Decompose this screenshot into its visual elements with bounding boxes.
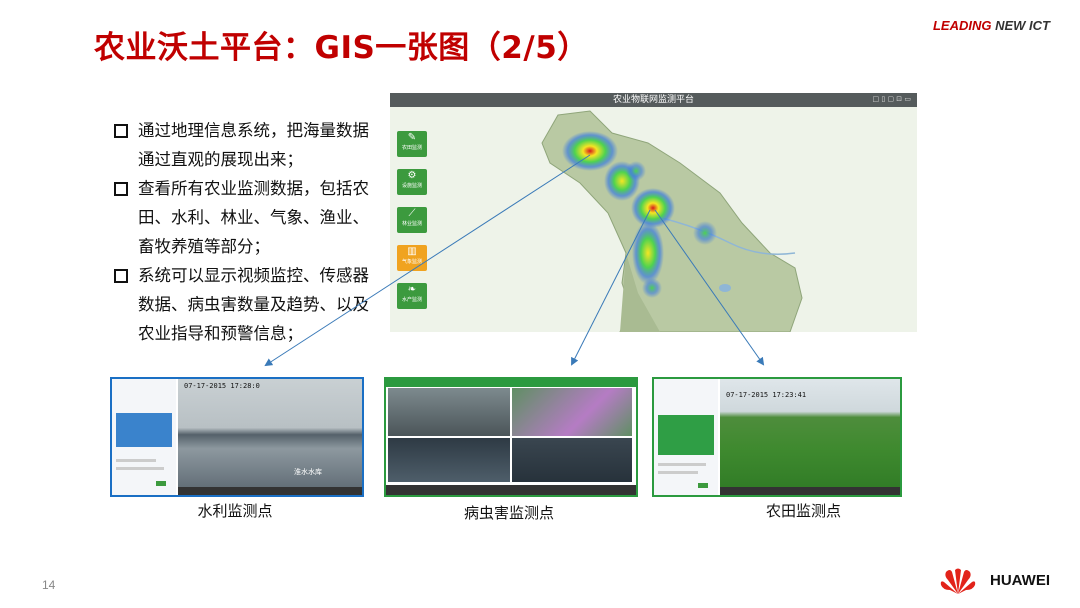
pest-monitoring-panel <box>384 377 638 497</box>
checkbox-bullet-icon <box>114 269 128 283</box>
branch-icon: ⟋ <box>408 208 416 219</box>
caption-farmland: 农田监测点 <box>766 502 842 520</box>
panel-sidebar <box>654 379 718 495</box>
heatmap-region <box>541 110 803 332</box>
video-feed-4[interactable] <box>512 438 632 482</box>
bullet-text: 系统可以显示视频监控、传感器数据、病虫害数量及趋势、以及农业指导和预警信息； <box>138 266 369 343</box>
huawei-wordmark: HUAWEI <box>990 572 1050 589</box>
farmland-monitoring-panel: 07-17-2015 17:23:41 <box>652 377 902 497</box>
huawei-logo-icon <box>940 568 976 594</box>
side-button-aquatic[interactable]: ❧ 水产监测 <box>397 283 427 309</box>
video-feed-2[interactable] <box>512 388 632 436</box>
side-button-label: 林业监测 <box>401 221 422 227</box>
side-button-farmland[interactable]: ✎ 农田监测 <box>397 131 427 157</box>
chart-icon: ▥ <box>407 246 417 257</box>
farmland-video-feed[interactable]: 07-17-2015 17:23:41 <box>720 379 900 495</box>
side-button-label: 水产监测 <box>401 297 422 303</box>
caption-water: 水利监测点 <box>197 502 273 520</box>
side-button-label: 农田监测 <box>401 145 422 151</box>
video-timestamp: 07-17-2015 17:23:41 <box>726 391 807 399</box>
bullet-item: 查看所有农业监测数据，包括农田、水利、林业、气象、渔业、畜牧养殖等部分； <box>112 174 380 261</box>
sensor-chart <box>116 413 172 447</box>
water-video-feed[interactable]: 07-17-2015 17:28:0 淮水水库 <box>178 379 362 495</box>
page-number: 14 <box>42 578 56 592</box>
brand-leading: LEADING <box>932 18 992 33</box>
bullet-text: 通过地理信息系统，把海量数据通过直观的展现出来； <box>138 121 369 169</box>
slide-title: 农业沃土平台：GIS一张图（2/5） <box>94 30 589 66</box>
bullet-item: 通过地理信息系统，把海量数据通过直观的展现出来； <box>112 116 380 174</box>
leaf-icon: ✎ <box>407 132 417 143</box>
video-feed-3[interactable] <box>388 438 510 482</box>
video-feed-1[interactable] <box>388 388 510 436</box>
tractor-icon: ⚙ <box>407 170 417 181</box>
video-watermark: 淮水水库 <box>294 468 322 476</box>
map-toolbar[interactable]: □ ▯ ▢ ⊡ ▭ <box>873 95 911 103</box>
gis-map-screenshot: 农业物联网监测平台 □ ▯ ▢ ⊡ ▭ ✎ 农田监测 ⚙ 设施监测 ⟋ 林业监测 ▥ 气… <box>390 93 917 332</box>
checkbox-bullet-icon <box>114 182 128 196</box>
side-button-weather[interactable]: ▥ 气象监测 <box>397 245 427 271</box>
side-button-label: 设施监测 <box>401 183 422 189</box>
water-monitoring-panel: 07-17-2015 17:28:0 淮水水库 <box>110 377 364 497</box>
side-button-facility[interactable]: ⚙ 设施监测 <box>397 169 427 195</box>
leading-new-ict-logo: LEADING NEW ICT <box>933 18 1050 33</box>
brand-new-ict: NEW ICT <box>995 18 1050 33</box>
map-window-title: 农业物联网监测平台 <box>612 95 694 105</box>
side-button-label: 气象监测 <box>401 259 422 265</box>
bullet-text: 查看所有农业监测数据，包括农田、水利、林业、气象、渔业、畜牧养殖等部分； <box>138 179 369 256</box>
panel-sidebar <box>112 379 176 495</box>
caption-pest: 病虫害监测点 <box>463 504 554 522</box>
bullet-item: 系统可以显示视频监控、传感器数据、病虫害数量及趋势、以及农业指导和预警信息； <box>112 261 380 348</box>
checkbox-bullet-icon <box>114 124 128 138</box>
sensor-chart <box>658 415 714 455</box>
bullet-list: 通过地理信息系统，把海量数据通过直观的展现出来； 查看所有农业监测数据，包括农田… <box>112 116 380 348</box>
video-timestamp: 07-17-2015 17:28:0 <box>184 382 260 390</box>
fish-icon: ❧ <box>407 284 417 295</box>
side-button-forestry[interactable]: ⟋ 林业监测 <box>397 207 427 233</box>
